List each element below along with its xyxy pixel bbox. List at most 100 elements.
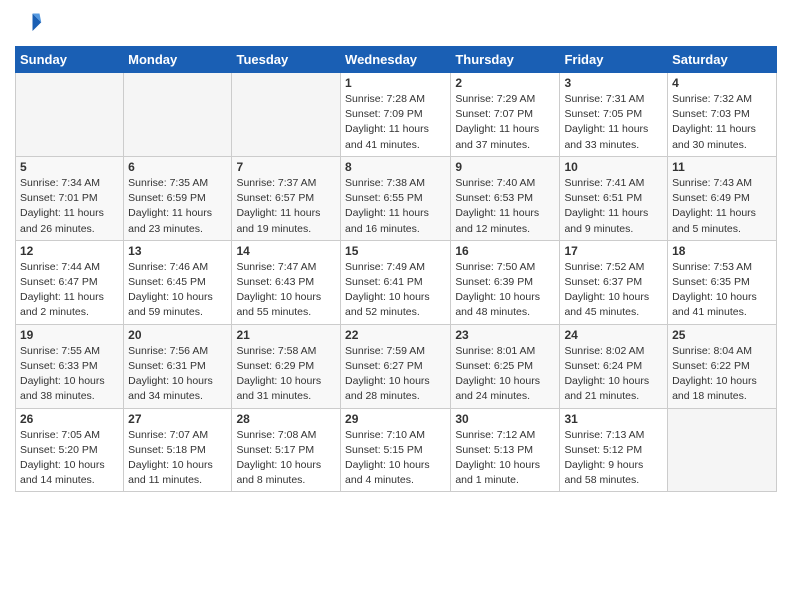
day-info: Sunrise: 7:29 AM Sunset: 7:07 PM Dayligh… — [455, 92, 555, 153]
day-info: Sunrise: 7:58 AM Sunset: 6:29 PM Dayligh… — [236, 344, 336, 405]
day-number: 12 — [20, 244, 119, 258]
header — [15, 10, 777, 38]
weekday-header-friday: Friday — [560, 47, 668, 73]
day-info: Sunrise: 7:53 AM Sunset: 6:35 PM Dayligh… — [672, 260, 772, 321]
day-number: 2 — [455, 76, 555, 90]
day-number: 17 — [564, 244, 663, 258]
day-info: Sunrise: 7:41 AM Sunset: 6:51 PM Dayligh… — [564, 176, 663, 237]
day-number: 7 — [236, 160, 336, 174]
day-info: Sunrise: 7:52 AM Sunset: 6:37 PM Dayligh… — [564, 260, 663, 321]
week-row-3: 12 Sunrise: 7:44 AM Sunset: 6:47 PM Dayli… — [16, 240, 777, 324]
day-cell: 13 Sunrise: 7:46 AM Sunset: 6:45 PM Dayli… — [124, 240, 232, 324]
day-cell: 27 Sunrise: 7:07 AM Sunset: 5:18 PM Dayli… — [124, 408, 232, 492]
day-cell: 4Sunrise: 7:32 AM Sunset: 7:03 PM Daylig… — [668, 73, 777, 157]
day-info: Sunrise: 7:56 AM Sunset: 6:31 PM Dayligh… — [128, 344, 227, 405]
day-cell: 31 Sunrise: 7:13 AM Sunset: 5:12 PM Dayli… — [560, 408, 668, 492]
day-number: 4 — [672, 76, 772, 90]
weekday-header-sunday: Sunday — [16, 47, 124, 73]
day-number: 5 — [20, 160, 119, 174]
day-cell: 23 Sunrise: 8:01 AM Sunset: 6:25 PM Dayli… — [451, 324, 560, 408]
day-number: 6 — [128, 160, 227, 174]
day-cell: 15 Sunrise: 7:49 AM Sunset: 6:41 PM Dayli… — [341, 240, 451, 324]
day-number: 30 — [455, 412, 555, 426]
day-cell: 14Sunrise: 7:47 AM Sunset: 6:43 PM Dayli… — [232, 240, 341, 324]
day-info: Sunrise: 7:34 AM Sunset: 7:01 PM Dayligh… — [20, 176, 119, 237]
day-cell: 19 Sunrise: 7:55 AM Sunset: 6:33 PM Dayli… — [16, 324, 124, 408]
day-cell: 1 Sunrise: 7:28 AM Sunset: 7:09 PM Daylig… — [341, 73, 451, 157]
day-info: Sunrise: 7:59 AM Sunset: 6:27 PM Dayligh… — [345, 344, 446, 405]
day-number: 24 — [564, 328, 663, 342]
day-cell — [668, 408, 777, 492]
weekday-header-tuesday: Tuesday — [232, 47, 341, 73]
day-info: Sunrise: 7:43 AM Sunset: 6:49 PM Dayligh… — [672, 176, 772, 237]
day-number: 11 — [672, 160, 772, 174]
day-info: Sunrise: 7:10 AM Sunset: 5:15 PM Dayligh… — [345, 428, 446, 489]
day-info: Sunrise: 7:40 AM Sunset: 6:53 PM Dayligh… — [455, 176, 555, 237]
day-number: 3 — [564, 76, 663, 90]
logo-icon — [15, 10, 43, 38]
day-number: 27 — [128, 412, 227, 426]
day-info: Sunrise: 7:28 AM Sunset: 7:09 PM Dayligh… — [345, 92, 446, 153]
day-info: Sunrise: 7:35 AM Sunset: 6:59 PM Dayligh… — [128, 176, 227, 237]
day-info: Sunrise: 7:07 AM Sunset: 5:18 PM Dayligh… — [128, 428, 227, 489]
day-number: 29 — [345, 412, 446, 426]
day-info: Sunrise: 7:49 AM Sunset: 6:41 PM Dayligh… — [345, 260, 446, 321]
day-number: 9 — [455, 160, 555, 174]
day-cell: 12 Sunrise: 7:44 AM Sunset: 6:47 PM Dayli… — [16, 240, 124, 324]
day-cell: 29 Sunrise: 7:10 AM Sunset: 5:15 PM Dayli… — [341, 408, 451, 492]
day-cell: 18 Sunrise: 7:53 AM Sunset: 6:35 PM Dayli… — [668, 240, 777, 324]
day-number: 8 — [345, 160, 446, 174]
weekday-header-monday: Monday — [124, 47, 232, 73]
day-cell — [16, 73, 124, 157]
day-info: Sunrise: 7:55 AM Sunset: 6:33 PM Dayligh… — [20, 344, 119, 405]
week-row-4: 19 Sunrise: 7:55 AM Sunset: 6:33 PM Dayli… — [16, 324, 777, 408]
day-cell: 5 Sunrise: 7:34 AM Sunset: 7:01 PM Daylig… — [16, 156, 124, 240]
day-cell: 24 Sunrise: 8:02 AM Sunset: 6:24 PM Dayli… — [560, 324, 668, 408]
day-cell: 10 Sunrise: 7:41 AM Sunset: 6:51 PM Dayli… — [560, 156, 668, 240]
day-number: 21 — [236, 328, 336, 342]
day-cell — [124, 73, 232, 157]
page: SundayMondayTuesdayWednesdayThursdayFrid… — [0, 0, 792, 502]
day-info: Sunrise: 7:12 AM Sunset: 5:13 PM Dayligh… — [455, 428, 555, 489]
day-info: Sunrise: 8:02 AM Sunset: 6:24 PM Dayligh… — [564, 344, 663, 405]
day-cell: 22Sunrise: 7:59 AM Sunset: 6:27 PM Dayli… — [341, 324, 451, 408]
day-cell: 28Sunrise: 7:08 AM Sunset: 5:17 PM Dayli… — [232, 408, 341, 492]
day-number: 10 — [564, 160, 663, 174]
day-number: 18 — [672, 244, 772, 258]
day-info: Sunrise: 7:05 AM Sunset: 5:20 PM Dayligh… — [20, 428, 119, 489]
weekday-header-saturday: Saturday — [668, 47, 777, 73]
calendar-table: SundayMondayTuesdayWednesdayThursdayFrid… — [15, 46, 777, 492]
day-number: 26 — [20, 412, 119, 426]
day-cell: 30 Sunrise: 7:12 AM Sunset: 5:13 PM Dayli… — [451, 408, 560, 492]
day-cell: 6 Sunrise: 7:35 AM Sunset: 6:59 PM Daylig… — [124, 156, 232, 240]
day-number: 31 — [564, 412, 663, 426]
day-cell: 16 Sunrise: 7:50 AM Sunset: 6:39 PM Dayli… — [451, 240, 560, 324]
day-number: 13 — [128, 244, 227, 258]
day-info: Sunrise: 7:13 AM Sunset: 5:12 PM Dayligh… — [564, 428, 663, 489]
day-cell — [232, 73, 341, 157]
day-info: Sunrise: 7:47 AM Sunset: 6:43 PM Dayligh… — [236, 260, 336, 321]
logo — [15, 10, 45, 38]
day-cell: 21 Sunrise: 7:58 AM Sunset: 6:29 PM Dayli… — [232, 324, 341, 408]
day-info: Sunrise: 7:50 AM Sunset: 6:39 PM Dayligh… — [455, 260, 555, 321]
day-info: Sunrise: 7:44 AM Sunset: 6:47 PM Dayligh… — [20, 260, 119, 321]
weekday-header-wednesday: Wednesday — [341, 47, 451, 73]
day-cell: 2 Sunrise: 7:29 AM Sunset: 7:07 PM Daylig… — [451, 73, 560, 157]
day-number: 20 — [128, 328, 227, 342]
day-number: 15 — [345, 244, 446, 258]
week-row-1: 1 Sunrise: 7:28 AM Sunset: 7:09 PM Daylig… — [16, 73, 777, 157]
day-cell: 8 Sunrise: 7:38 AM Sunset: 6:55 PM Daylig… — [341, 156, 451, 240]
day-number: 19 — [20, 328, 119, 342]
day-info: Sunrise: 7:08 AM Sunset: 5:17 PM Dayligh… — [236, 428, 336, 489]
day-info: Sunrise: 7:46 AM Sunset: 6:45 PM Dayligh… — [128, 260, 227, 321]
day-info: Sunrise: 8:01 AM Sunset: 6:25 PM Dayligh… — [455, 344, 555, 405]
week-row-2: 5 Sunrise: 7:34 AM Sunset: 7:01 PM Daylig… — [16, 156, 777, 240]
day-number: 16 — [455, 244, 555, 258]
day-number: 1 — [345, 76, 446, 90]
day-number: 23 — [455, 328, 555, 342]
day-info: Sunrise: 7:38 AM Sunset: 6:55 PM Dayligh… — [345, 176, 446, 237]
day-info: Sunrise: 7:31 AM Sunset: 7:05 PM Dayligh… — [564, 92, 663, 153]
week-row-5: 26 Sunrise: 7:05 AM Sunset: 5:20 PM Dayli… — [16, 408, 777, 492]
day-cell: 26 Sunrise: 7:05 AM Sunset: 5:20 PM Dayli… — [16, 408, 124, 492]
day-info: Sunrise: 8:04 AM Sunset: 6:22 PM Dayligh… — [672, 344, 772, 405]
